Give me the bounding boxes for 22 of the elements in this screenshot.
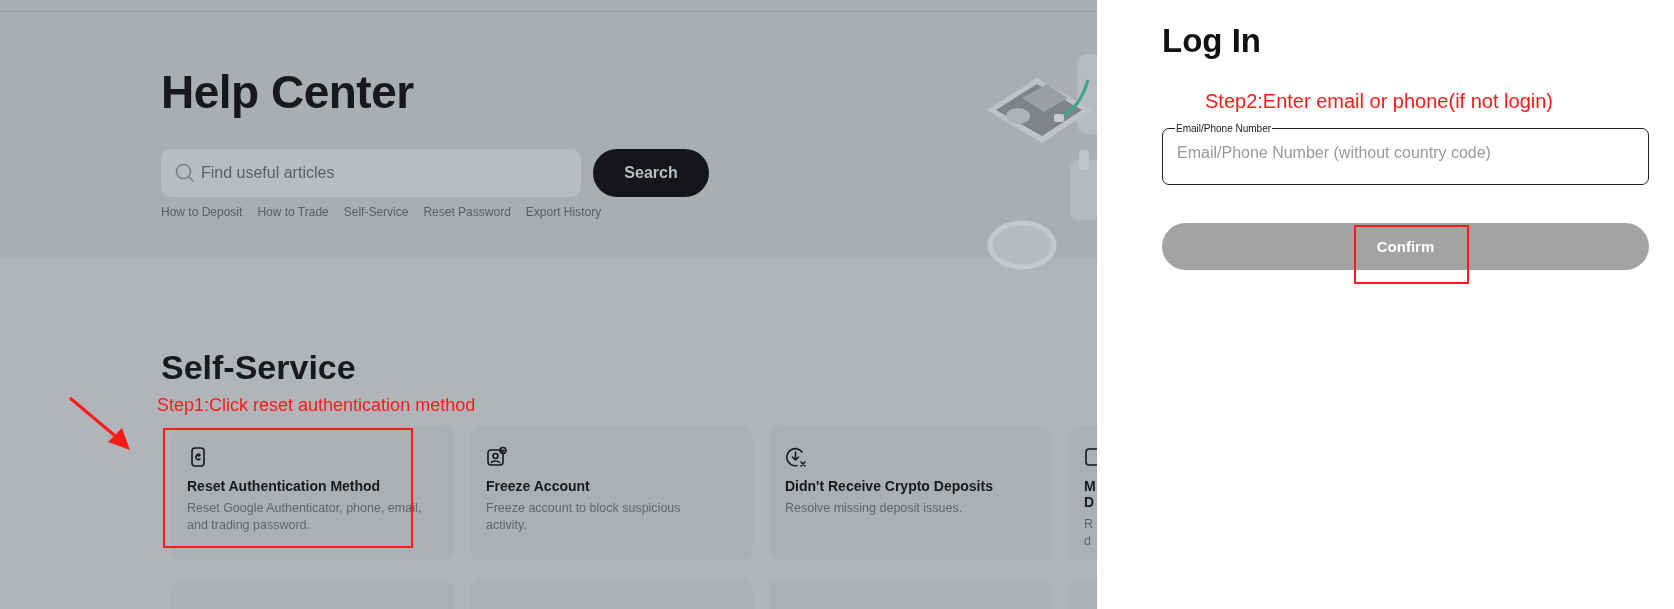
- annotation-text: Step1:Click reset authentication method: [157, 395, 477, 416]
- field-label: Email/Phone Number: [1175, 123, 1273, 134]
- card-description: Freeze account to block suspicious activity.: [486, 500, 682, 534]
- service-card[interactable]: M D R d: [1068, 426, 1097, 561]
- card-title: Didn't Receive Crypto Deposits: [785, 478, 994, 494]
- annotation-text: Step2:Enter email or phone(if not login): [1205, 90, 1553, 113]
- search-icon: [175, 163, 195, 183]
- card-description: R d: [1084, 516, 1095, 550]
- section-title: Self-Service: [161, 348, 357, 387]
- email-field[interactable]: Email/Phone Number Email/Phone Number (without country code): [1162, 123, 1649, 185]
- page-title: Help Center: [161, 65, 415, 119]
- service-card[interactable]: Didn't Receive Crypto Deposits Resolve missing deposit issues.: [769, 426, 1052, 561]
- card-description: Resolve missing deposit issues.: [785, 500, 964, 517]
- card-title: Freeze Account: [486, 478, 591, 494]
- search-field[interactable]: Find useful articles: [161, 149, 581, 197]
- service-card[interactable]: Freeze Account Freeze account to block suspicious activity.: [470, 426, 753, 561]
- profile-icon: [486, 446, 508, 468]
- search-button[interactable]: Search: [593, 149, 709, 197]
- card-title: M D: [1084, 478, 1097, 510]
- login-title: Log In: [1162, 22, 1262, 60]
- download-icon: [785, 446, 807, 468]
- card-title: Reset Authentication Method: [187, 478, 382, 494]
